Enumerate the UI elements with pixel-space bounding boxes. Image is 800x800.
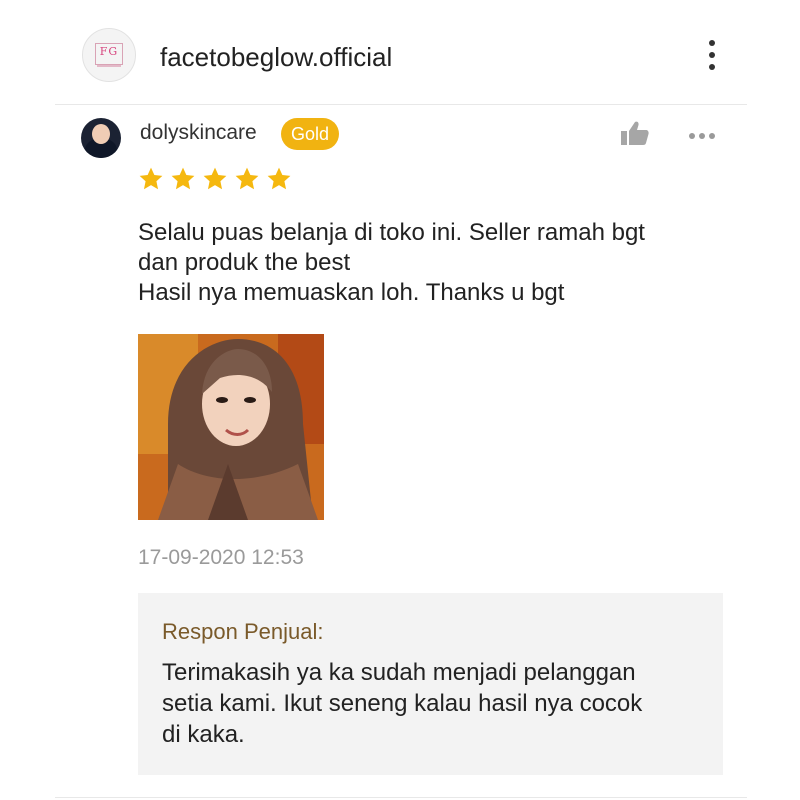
seller-response-title: Respon Penjual: bbox=[162, 619, 324, 644]
bottom-divider bbox=[55, 797, 747, 798]
header-divider bbox=[55, 104, 747, 105]
review-timestamp: 17-09-2020 12:53 bbox=[138, 546, 304, 569]
review-comment-line: Hasil nya memuaskan loh. Thanks u bgt bbox=[138, 279, 565, 306]
shop-logo-text: FG bbox=[95, 43, 123, 65]
shop-logo[interactable]: FG bbox=[82, 28, 136, 82]
seller-response-line: di kaka. bbox=[162, 721, 245, 748]
member-badge: Gold bbox=[281, 118, 340, 150]
seller-response: Respon Penjual: Terimakasih ya ka sudah … bbox=[138, 593, 723, 775]
review-comment: Selalu puas belanja di toko ini. Seller … bbox=[138, 218, 738, 308]
review-comment-line: Selalu puas belanja di toko ini. Seller … bbox=[138, 219, 645, 246]
star-icon bbox=[139, 167, 163, 190]
star-icon bbox=[203, 167, 227, 190]
seller-response-line: setia kami. Ikut seneng kalau hasil nya … bbox=[162, 690, 643, 717]
shop-name[interactable]: facetobeglow.official bbox=[160, 42, 392, 73]
star-icon bbox=[267, 167, 291, 190]
shop-header: FG facetobeglow.official bbox=[55, 26, 747, 88]
review-page: FG facetobeglow.official dolyskincare Go… bbox=[0, 0, 800, 800]
star-icon bbox=[171, 167, 195, 190]
more-vert-icon[interactable] bbox=[707, 40, 717, 74]
reviewer-username: dolyskincare bbox=[140, 121, 257, 144]
star-icon bbox=[235, 167, 259, 190]
review-comment-line: dan produk the best bbox=[138, 249, 351, 276]
review-photo[interactable] bbox=[138, 334, 324, 520]
avatar[interactable] bbox=[81, 118, 121, 158]
shop-logo-underline bbox=[97, 65, 121, 67]
more-horiz-icon[interactable] bbox=[689, 126, 723, 139]
seller-response-text: Terimakasih ya ka sudah menjadi pelangga… bbox=[162, 657, 712, 750]
seller-response-line: Terimakasih ya ka sudah menjadi pelangga… bbox=[162, 659, 636, 686]
star-rating bbox=[138, 166, 298, 192]
thumbs-up-icon[interactable] bbox=[620, 120, 650, 146]
